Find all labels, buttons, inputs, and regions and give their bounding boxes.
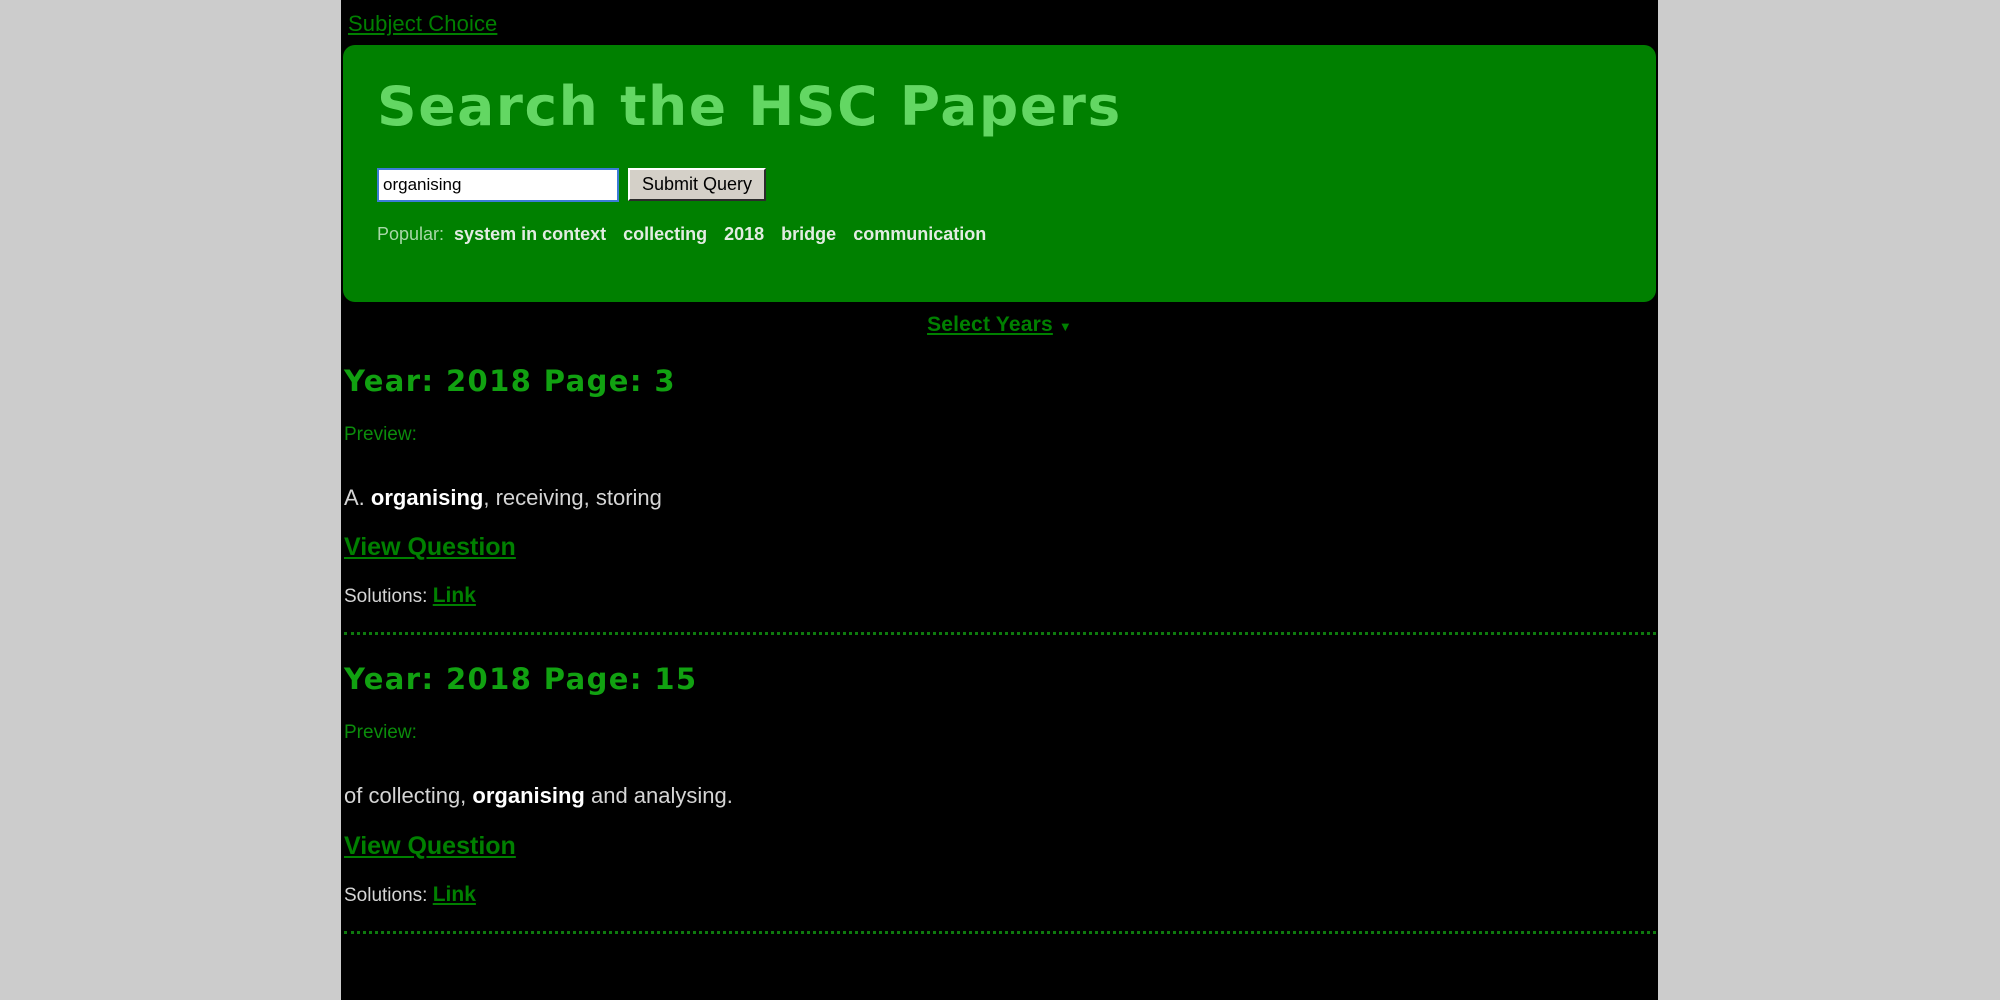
popular-tag-bridge[interactable]: bridge [781, 224, 836, 244]
preview-text: of collecting, organising and analysing. [344, 783, 1656, 809]
result-item: Year: 2018 Page: 15 Preview: of collecti… [343, 662, 1656, 933]
view-question-link[interactable]: View Question [344, 533, 516, 562]
popular-searches: Popular: system in context collecting 2018 b… [377, 224, 1622, 245]
chevron-down-icon: ▼ [1059, 319, 1072, 334]
solutions-row: Solutions: Link [344, 883, 1656, 907]
top-nav: Subject Choice [341, 0, 1658, 37]
popular-tag-system-in-context[interactable]: system in context [454, 224, 606, 244]
search-panel: Search the HSC Papers Submit Query Popul… [343, 45, 1656, 302]
popular-tag-collecting[interactable]: collecting [623, 224, 707, 244]
years-filter-container: Select Years ▼ [341, 313, 1658, 337]
solutions-row: Solutions: Link [344, 584, 1656, 608]
solutions-label: Solutions: [344, 586, 433, 607]
search-results: Year: 2018 Page: 3 Preview: A. organisin… [341, 364, 1658, 934]
preview-label: Preview: [344, 424, 1656, 446]
solutions-link[interactable]: Link [433, 883, 476, 906]
popular-label: Popular: [377, 224, 444, 244]
result-divider [344, 632, 1656, 635]
solutions-label: Solutions: [344, 885, 433, 906]
preview-suffix: and analysing. [585, 783, 733, 808]
view-question-container: View Question [343, 810, 1656, 861]
preview-highlight: organising [371, 485, 483, 510]
page-title: Search the HSC Papers [377, 73, 1647, 136]
submit-query-button[interactable]: Submit Query [628, 168, 766, 201]
preview-label: Preview: [344, 722, 1656, 744]
view-question-link[interactable]: View Question [344, 832, 516, 861]
search-form: Submit Query [377, 168, 1622, 202]
select-years-dropdown[interactable]: Select Years ▼ [927, 313, 1072, 337]
solutions-link[interactable]: Link [433, 584, 476, 607]
search-input[interactable] [377, 168, 619, 202]
page-container: Subject Choice Search the HSC Papers Sub… [341, 0, 1658, 1000]
preview-suffix: , receiving, storing [483, 485, 662, 510]
select-years-label: Select Years [927, 313, 1053, 336]
preview-highlight: organising [472, 783, 584, 808]
preview-prefix: A. [344, 485, 371, 510]
result-heading: Year: 2018 Page: 15 [344, 662, 1656, 696]
view-question-container: View Question [343, 511, 1656, 562]
result-heading: Year: 2018 Page: 3 [344, 364, 1656, 398]
popular-tag-2018[interactable]: 2018 [724, 224, 764, 244]
result-divider [344, 931, 1656, 934]
popular-tag-communication[interactable]: communication [853, 224, 986, 244]
subject-choice-link[interactable]: Subject Choice [348, 11, 497, 36]
result-item: Year: 2018 Page: 3 Preview: A. organisin… [343, 364, 1656, 635]
preview-text: A. organising, receiving, storing [344, 485, 1656, 511]
preview-prefix: of collecting, [344, 783, 472, 808]
